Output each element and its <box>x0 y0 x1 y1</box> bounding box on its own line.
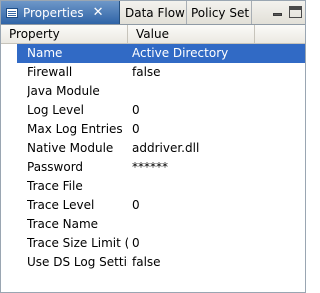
table-row[interactable]: Password ****** <box>1 158 305 177</box>
property-name-cell: Name <box>27 46 63 60</box>
property-name-cell: Max Log Entries <box>27 122 123 136</box>
tab-properties[interactable]: Properties ✕ <box>1 1 120 24</box>
property-name-cell: Trace File <box>27 179 83 193</box>
properties-view: Properties ✕ Data Flow Policy Set Proper… <box>0 0 306 293</box>
property-name-cell: Native Module <box>27 141 114 155</box>
properties-icon <box>6 7 18 18</box>
property-value-cell[interactable]: 0 <box>132 196 282 215</box>
property-name-cell: Java Module <box>27 84 100 98</box>
table-row[interactable]: Use DS Log Settin false <box>1 253 305 272</box>
property-name-cell: Trace Level <box>27 198 95 212</box>
property-value-cell[interactable]: 0 <box>132 234 282 253</box>
property-name-cell: Firewall <box>27 65 73 79</box>
table-row[interactable]: Max Log Entries 0 <box>1 120 305 139</box>
table-row[interactable]: Firewall false <box>1 63 305 82</box>
property-table: Name Active Directory Firewall false Java Mo… <box>1 44 305 272</box>
property-value-cell[interactable]: 0 <box>132 120 282 139</box>
minimize-icon[interactable] <box>271 6 284 18</box>
column-header-property[interactable]: Property <box>1 25 128 43</box>
property-name-cell: Use DS Log Settin <box>27 255 128 269</box>
tab-data-flow[interactable]: Data Flow <box>121 1 187 24</box>
tab-properties-label: Properties <box>23 5 84 20</box>
property-name-cell: Trace Name <box>27 217 99 231</box>
property-value-cell[interactable]: ****** <box>132 158 282 177</box>
property-value-cell[interactable]: false <box>132 253 282 272</box>
table-row[interactable]: Trace File <box>1 177 305 196</box>
table-header: Property Value <box>1 25 305 44</box>
tab-data-flow-label: Data Flow <box>125 5 185 20</box>
tab-policy-set-label: Policy Set <box>191 5 250 20</box>
table-row[interactable]: Java Module <box>1 82 305 101</box>
property-value-cell[interactable]: 0 <box>132 101 282 120</box>
column-header-value[interactable]: Value <box>128 25 255 43</box>
property-value-cell[interactable]: addriver.dll <box>132 139 282 158</box>
property-value-cell[interactable]: false <box>132 63 282 82</box>
table-row[interactable]: Native Module addriver.dll <box>1 139 305 158</box>
tab-policy-set[interactable]: Policy Set <box>188 1 252 24</box>
table-row[interactable]: Trace Name <box>1 215 305 234</box>
property-name-cell: Trace Size Limit (I <box>27 236 128 250</box>
table-row[interactable]: Name Active Directory <box>1 44 305 63</box>
table-row[interactable]: Trace Level 0 <box>1 196 305 215</box>
property-name-cell: Password <box>27 160 84 174</box>
property-name-cell: Log Level <box>27 103 84 117</box>
maximize-icon[interactable] <box>289 6 302 18</box>
close-icon[interactable]: ✕ <box>93 5 104 20</box>
table-row[interactable]: Log Level 0 <box>1 101 305 120</box>
property-value-cell[interactable]: Active Directory <box>132 44 282 63</box>
tab-bar: Properties ✕ Data Flow Policy Set <box>1 1 305 25</box>
table-row[interactable]: Trace Size Limit (I 0 <box>1 234 305 253</box>
